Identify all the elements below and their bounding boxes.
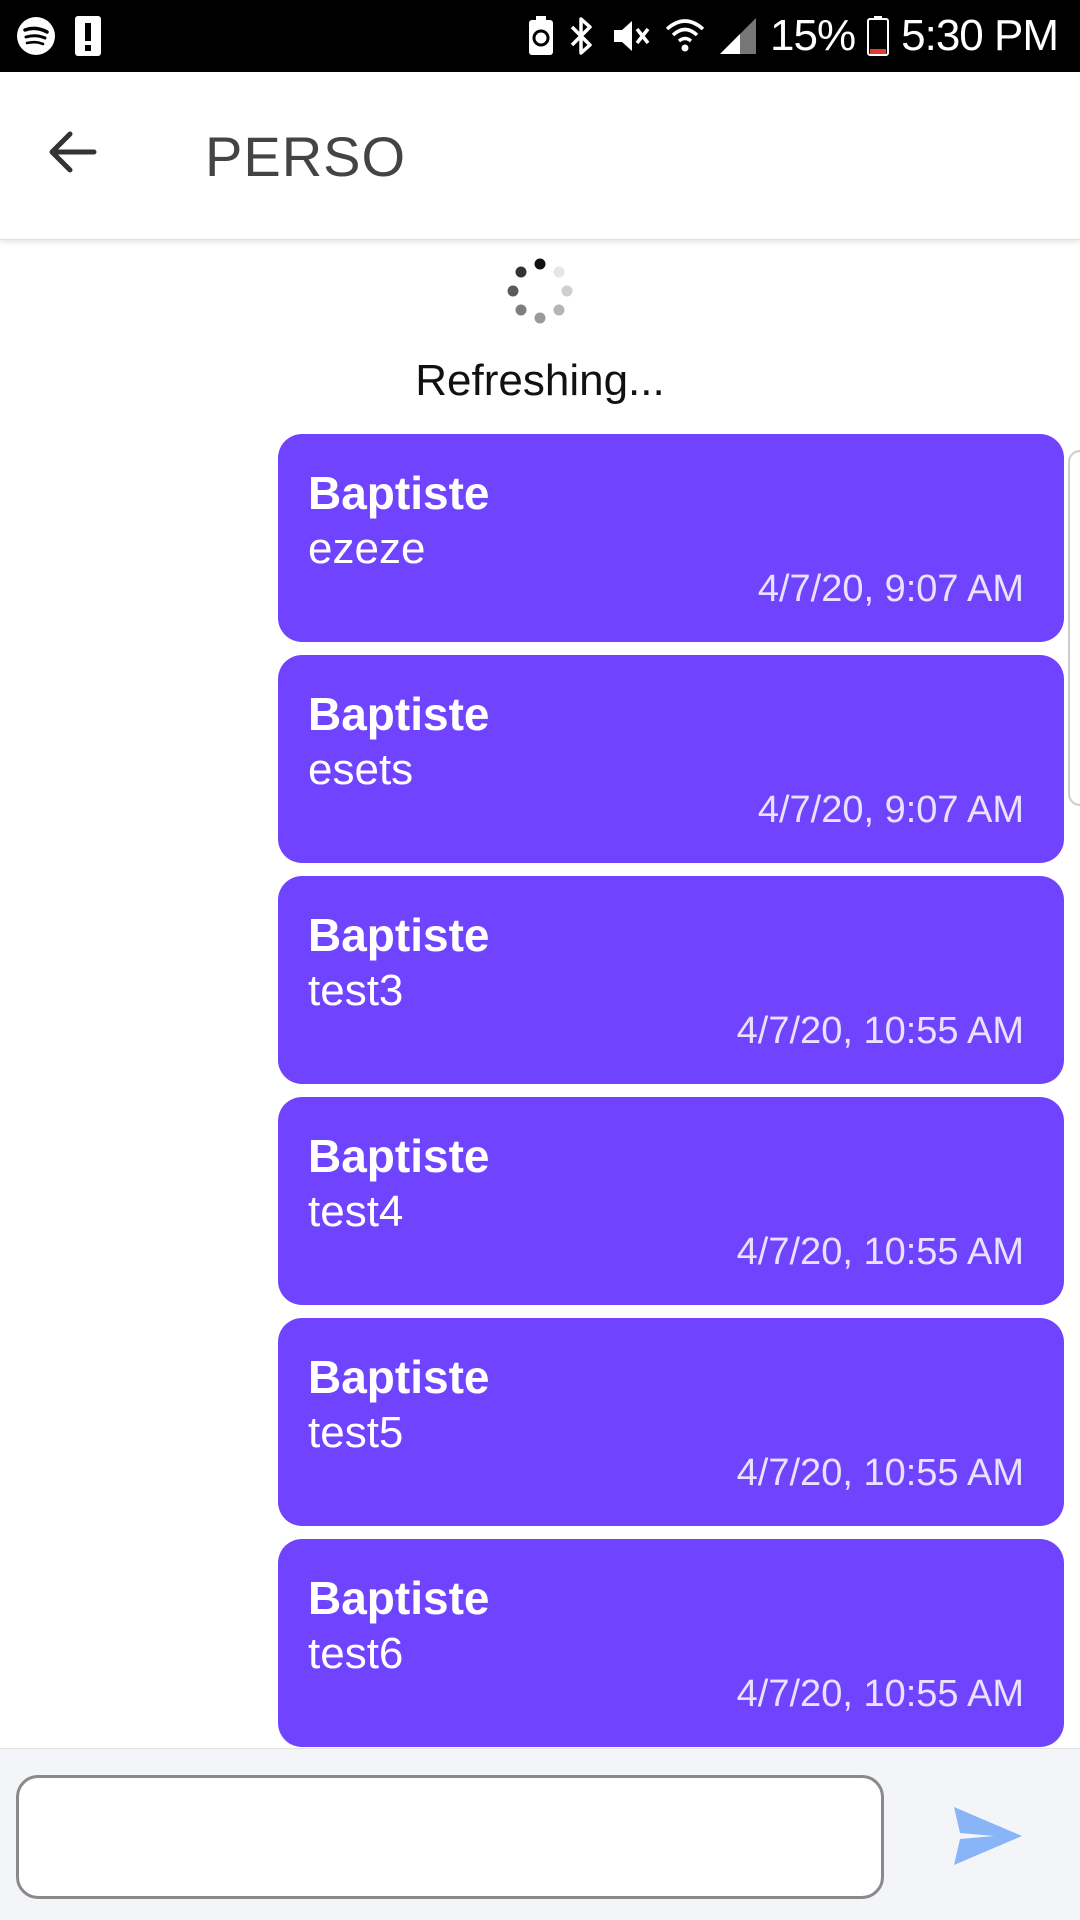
header-toolbar: PERSO — [0, 72, 1080, 240]
battery-saver-icon — [528, 16, 554, 56]
message-text: ezeze — [308, 524, 426, 573]
message-list: Baptiste ezeze 4/7/20, 9:07 AM Baptiste … — [278, 434, 1064, 1760]
message-time: 4/7/20, 9:07 AM — [757, 789, 1024, 831]
message-composer — [0, 1748, 1080, 1920]
message-time: 4/7/20, 9:07 AM — [757, 568, 1024, 610]
signal-icon — [718, 16, 758, 56]
message-bubble[interactable]: Baptiste test5 4/7/20, 10:55 AM — [278, 1318, 1064, 1526]
message-time: 4/7/20, 10:55 AM — [736, 1231, 1024, 1273]
message-author: Baptiste — [308, 688, 490, 740]
send-icon — [950, 1801, 1026, 1871]
page-title: PERSO — [205, 125, 407, 188]
status-bar: 15% 5:30 PM — [0, 0, 1080, 72]
message-input[interactable] — [16, 1775, 884, 1899]
back-button[interactable] — [36, 116, 108, 188]
message-author: Baptiste — [308, 909, 490, 961]
alert-icon — [74, 15, 102, 57]
message-time: 4/7/20, 10:55 AM — [736, 1010, 1024, 1052]
message-bubble[interactable]: Baptiste test3 4/7/20, 10:55 AM — [278, 876, 1064, 1084]
refreshing-text: Refreshing... — [415, 356, 665, 405]
message-author: Baptiste — [308, 1572, 490, 1624]
message-text: test4 — [308, 1187, 404, 1236]
status-left-icons — [16, 14, 102, 58]
status-right-icons: 15% 5:30 PM — [528, 10, 1059, 62]
bluetooth-icon — [566, 15, 598, 57]
message-author: Baptiste — [308, 1130, 490, 1182]
chat-screen: 15% 5:30 PM PERSO Refreshing... Baptiste… — [0, 0, 1080, 1920]
message-text: test3 — [308, 966, 404, 1015]
battery-percent: 15% — [770, 11, 856, 60]
message-bubble[interactable]: Baptiste esets 4/7/20, 9:07 AM — [278, 655, 1064, 863]
message-bubble[interactable]: Baptiste ezeze 4/7/20, 9:07 AM — [278, 434, 1064, 642]
loading-spinner-icon — [505, 256, 575, 326]
message-time: 4/7/20, 10:55 AM — [736, 1673, 1024, 1715]
vibrate-mute-icon — [610, 15, 652, 57]
clock: 5:30 PM — [901, 11, 1059, 60]
message-bubble[interactable]: Baptiste test4 4/7/20, 10:55 AM — [278, 1097, 1064, 1305]
scroll-indicator — [1068, 450, 1080, 806]
message-text: test6 — [308, 1629, 404, 1678]
arrow-left-icon — [44, 124, 100, 180]
message-author: Baptiste — [308, 1351, 490, 1403]
message-time: 4/7/20, 10:55 AM — [736, 1452, 1024, 1494]
message-text: test5 — [308, 1408, 404, 1457]
send-button[interactable] — [950, 1801, 1026, 1871]
battery-icon — [867, 16, 890, 56]
message-author: Baptiste — [308, 467, 490, 519]
message-text: esets — [308, 745, 414, 794]
message-bubble[interactable]: Baptiste test6 4/7/20, 10:55 AM — [278, 1539, 1064, 1747]
wifi-icon — [664, 15, 706, 57]
spotify-icon — [16, 16, 56, 56]
